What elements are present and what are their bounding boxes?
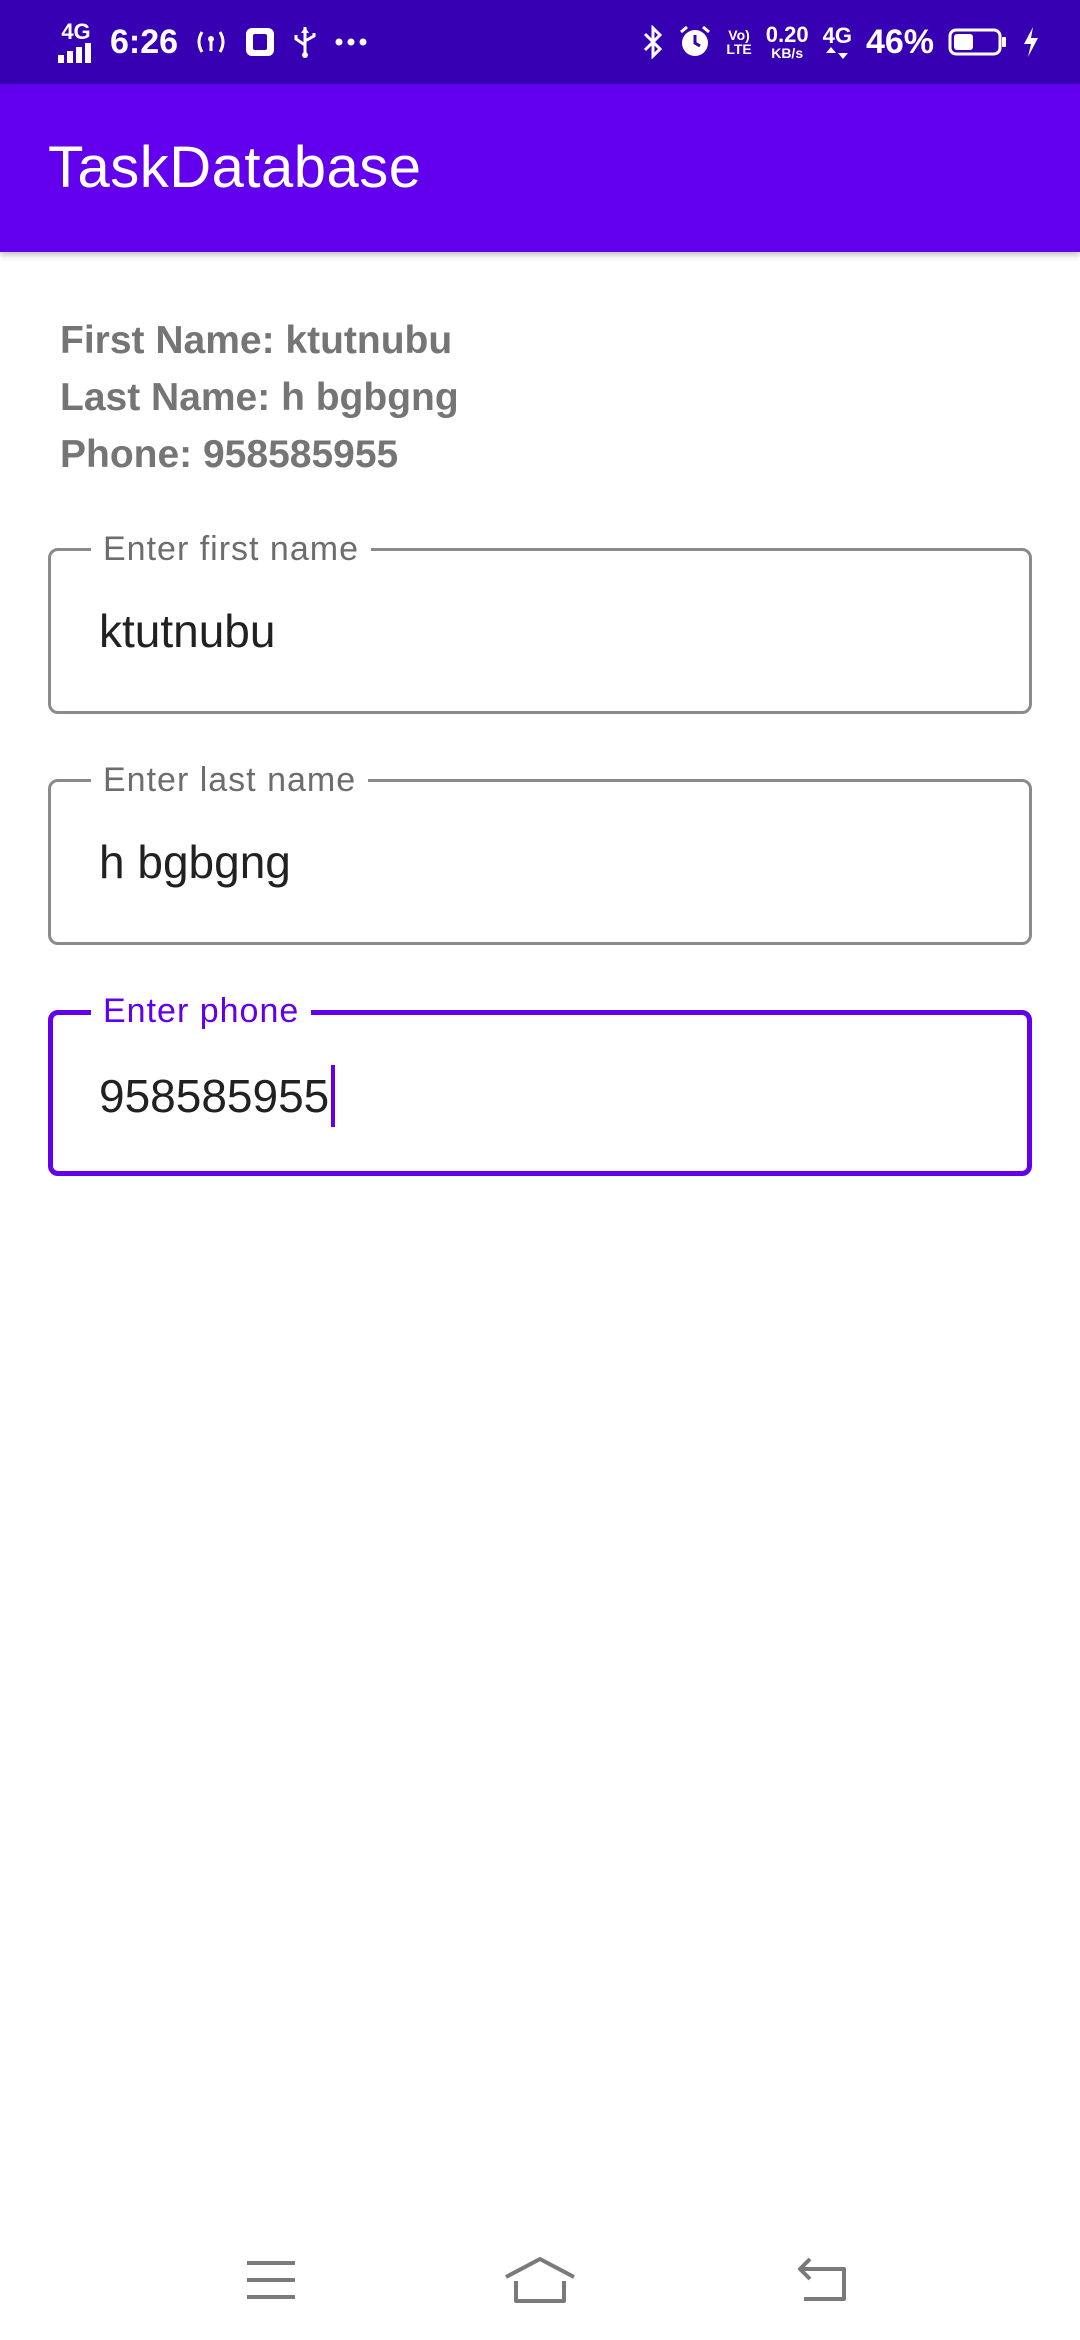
status-bar: 4G 6:26 Vo) LTE 0.20 KB/s 4G 46%	[0, 0, 1080, 84]
phone-field[interactable]: Enter phone 958585955	[48, 991, 1032, 1176]
last-name-summary: Last Name: h bgbgng	[60, 376, 459, 419]
hotspot-icon	[197, 31, 225, 53]
last-name-field[interactable]: Enter last name h bgbgng	[48, 760, 1032, 945]
app-title: TaskDatabase	[48, 135, 422, 200]
first-name-field[interactable]: Enter first name ktutnubu	[48, 529, 1032, 714]
alarm-icon	[680, 25, 711, 56]
status-bar-left: 4G 6:26	[58, 0, 368, 84]
volte-label-bottom: LTE	[726, 41, 752, 57]
data-speed: 0.20 KB/s	[765, 22, 809, 61]
status-bar-right: Vo) LTE 0.20 KB/s 4G 46%	[642, 0, 1040, 84]
signal-strength-left: 4G	[58, 21, 94, 63]
first-name-value[interactable]: ktutnubu	[99, 603, 275, 659]
network-type-right: 4G	[822, 23, 852, 48]
app-notification-icon	[246, 28, 275, 56]
back-button[interactable]	[784, 2240, 864, 2320]
volte-label-top: Vo)	[728, 27, 750, 43]
volte-indicator: Vo) LTE	[726, 28, 751, 56]
last-name-value[interactable]: h bgbgng	[99, 834, 291, 890]
phone-value: 958585955	[99, 1070, 330, 1122]
first-name-summary: First Name: ktutnubu	[60, 319, 453, 362]
navigation-bar	[0, 2220, 1080, 2340]
network-type-left: 4G	[61, 19, 91, 44]
menu-button[interactable]	[231, 2240, 311, 2320]
battery-percent: 46%	[865, 22, 934, 61]
app-bar: TaskDatabase	[0, 84, 1080, 252]
battery-icon	[948, 28, 1006, 56]
record-summary: First Name: ktutnubu Last Name: h bgbgng…	[60, 312, 459, 483]
network-right: 4G	[823, 25, 852, 59]
data-speed-value: 0.20	[765, 22, 809, 47]
clock: 6:26	[110, 22, 179, 61]
menu-icon	[247, 2261, 295, 2299]
data-speed-unit: KB/s	[771, 45, 804, 61]
charging-icon	[1024, 27, 1038, 57]
back-icon	[798, 2257, 846, 2301]
signal-bars-icon	[58, 43, 91, 63]
usb-icon	[294, 27, 316, 58]
text-cursor	[331, 1065, 336, 1127]
first-name-label: Enter first name	[91, 529, 371, 569]
last-name-label: Enter last name	[91, 760, 369, 800]
data-arrows-icon	[826, 47, 849, 59]
more-notifications-icon	[335, 38, 367, 46]
bluetooth-icon	[644, 25, 663, 59]
home-icon	[505, 2257, 575, 2303]
home-button[interactable]	[500, 2240, 580, 2320]
phone-label: Enter phone	[91, 991, 312, 1031]
phone-summary: Phone: 958585955	[60, 433, 399, 476]
phone-input[interactable]: 958585955	[99, 1065, 336, 1127]
